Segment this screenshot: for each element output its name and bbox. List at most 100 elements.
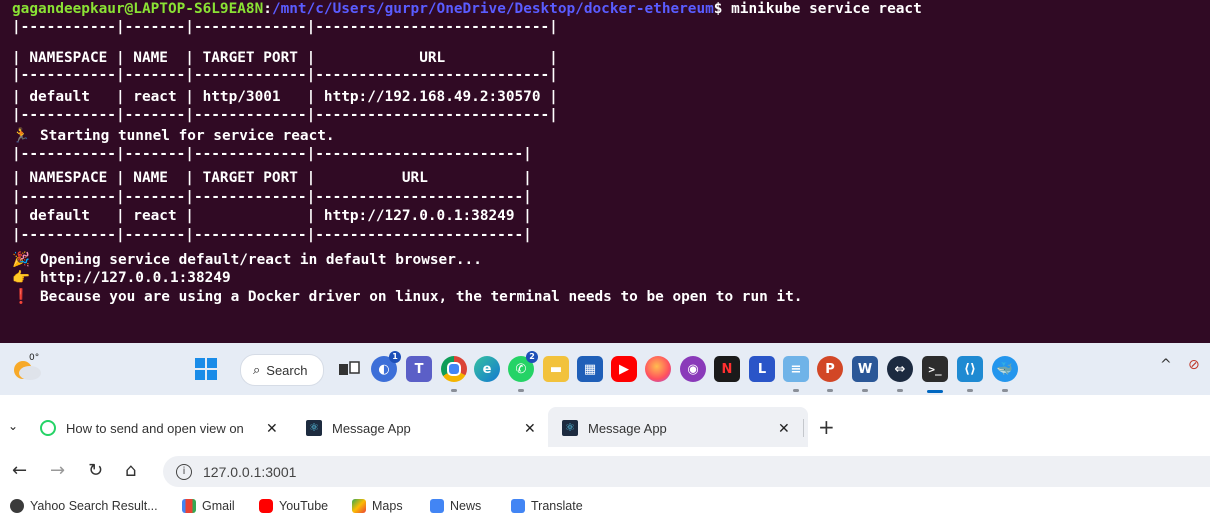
network-icon[interactable]: ⊘ <box>1188 357 1200 373</box>
tab-search-chevron-icon[interactable]: ⌄ <box>8 419 18 433</box>
terminal-window[interactable]: gagandeepkaur@LAPTOP-S6L9EA8N:/mnt/c/Use… <box>0 0 1210 343</box>
table1-row: |-----------|-------|-------------|-----… <box>12 107 558 123</box>
tab-message-app-2[interactable]: ⚛ Message App ✕ <box>562 413 802 443</box>
running-indicator <box>1002 389 1008 392</box>
react-icon: ⚛ <box>562 420 578 436</box>
running-indicator <box>518 389 524 392</box>
firefox-icon[interactable] <box>645 356 671 382</box>
opening-line: 🎉 Opening service default/react in defaul… <box>12 252 482 270</box>
teams-icon[interactable]: T <box>406 356 432 382</box>
bookmark-label: Translate <box>531 499 583 513</box>
terminal-taskbar-icon[interactable]: >_ <box>922 356 948 382</box>
prompt-separator: : <box>263 1 272 17</box>
windows-taskbar: 0° ⌕ Search ◐ 1 T e ✆ 2 ▬ ▦ ▶ ◉ N L ≡ P W … <box>0 343 1210 395</box>
table1-row: |-----------|-------|-------------|-----… <box>12 19 558 35</box>
bookmark-maps[interactable]: Maps <box>352 499 403 513</box>
bookmark-gmail[interactable]: Gmail <box>182 499 235 513</box>
taskbar-search-label: Search <box>266 362 308 378</box>
bookmark-label: Yahoo Search Result... <box>30 499 158 513</box>
exclamation-icon: ❗ <box>12 289 30 305</box>
whatsapp-taskbar-icon[interactable]: ✆ 2 <box>508 351 538 382</box>
table1-row: |-----------|-------|-------------|-----… <box>12 67 558 83</box>
tab-message-app-1[interactable]: ⚛ Message App ✕ <box>306 413 542 443</box>
prompt-user: gagandeepkaur@LAPTOP-S6L9EA8N <box>12 1 264 17</box>
back-arrow-icon[interactable]: ← <box>12 460 27 481</box>
running-indicator <box>793 389 799 392</box>
close-icon[interactable]: ✕ <box>778 420 790 437</box>
task-view-icon[interactable] <box>336 356 362 382</box>
start-button[interactable] <box>193 356 219 382</box>
tab-label: Message App <box>332 420 411 436</box>
tunnel-line: 🏃 Starting tunnel for service react. <box>12 128 335 146</box>
table1-row: | NAMESPACE | NAME | TARGET PORT | URL | <box>12 50 558 66</box>
table2-row: |-----------|-------|-------------|-----… <box>12 189 532 205</box>
party-popper-icon: 🎉 <box>12 252 30 268</box>
close-icon[interactable]: ✕ <box>266 420 278 437</box>
pointing-hand-icon: 👉 <box>12 270 30 286</box>
weather-temperature: 0° <box>29 353 40 363</box>
docker-icon[interactable]: 🐳 <box>992 356 1018 382</box>
weather-widget[interactable]: 0° <box>12 353 44 383</box>
bookmark-label: Maps <box>372 499 403 513</box>
chrome-icon[interactable] <box>441 356 467 382</box>
youtube-taskbar-icon[interactable]: ▶ <box>611 356 637 382</box>
notepad-icon[interactable]: ≡ <box>783 356 809 382</box>
terminal-command: minikube service react <box>731 1 922 17</box>
chevron-up-icon[interactable]: ^ <box>1160 357 1172 373</box>
url-line: 👉 http://127.0.0.1:38249 <box>12 270 231 288</box>
remote-desktop-icon[interactable]: ⇔ <box>887 356 913 382</box>
translate-icon <box>511 499 525 513</box>
close-icon[interactable]: ✕ <box>524 420 536 437</box>
bookmark-label: News <box>450 499 482 513</box>
forward-arrow-icon[interactable]: → <box>50 460 65 481</box>
runner-icon: 🏃 <box>12 128 30 144</box>
table2-row: |-----------|-------|-------------|-----… <box>12 146 532 162</box>
l-app-icon[interactable]: L <box>749 356 775 382</box>
gmail-icon <box>182 499 196 513</box>
store-icon[interactable]: ▦ <box>577 356 603 382</box>
tunnel-message: Starting tunnel for service react. <box>40 128 335 144</box>
bookmark-yahoo[interactable]: Yahoo Search Result... <box>10 499 158 513</box>
bookmark-youtube[interactable]: YouTube <box>259 499 328 513</box>
notion-icon[interactable]: N <box>714 356 740 382</box>
home-icon[interactable]: ⌂ <box>125 460 136 481</box>
active-indicator <box>927 390 943 393</box>
copilot-icon[interactable]: ◐ 1 <box>371 351 401 382</box>
opening-message: Opening service default/react in default… <box>40 252 482 268</box>
edge-icon[interactable]: e <box>474 356 500 382</box>
table2-row: | default | react | | http://127.0.0.1:3… <box>12 208 532 224</box>
url-field[interactable] <box>163 456 1210 487</box>
running-indicator <box>967 389 973 392</box>
prompt-path: /mnt/c/Users/gurpr/OneDrive/Desktop/dock… <box>271 1 714 17</box>
windows-logo-icon <box>195 358 217 380</box>
terminal-prompt-line: gagandeepkaur@LAPTOP-S6L9EA8N:/mnt/c/Use… <box>12 1 922 19</box>
search-icon: ⌕ <box>253 362 261 377</box>
running-indicator <box>862 389 868 392</box>
tab-label: Message App <box>588 420 667 436</box>
new-tab-button[interactable]: + <box>818 415 835 439</box>
url-text: 127.0.0.1:3001 <box>203 464 297 480</box>
news-icon <box>430 499 444 513</box>
table2-row: | NAMESPACE | NAME | TARGET PORT | URL | <box>12 170 532 186</box>
powerpoint-icon[interactable]: P <box>817 356 843 382</box>
running-indicator <box>451 389 457 392</box>
table1-row: | default | react | http/3001 | http://1… <box>12 89 558 105</box>
taskbar-search[interactable]: ⌕ Search <box>240 354 324 386</box>
tab-whatsapp[interactable]: How to send and open view on ✕ <box>40 413 290 443</box>
reload-icon[interactable]: ↻ <box>88 460 103 481</box>
prompt-dollar: $ <box>713 1 732 17</box>
vscode-icon[interactable]: ⟨⟩ <box>957 356 983 382</box>
tab-label: How to send and open view on <box>66 420 244 436</box>
bookmark-news[interactable]: News <box>430 499 481 513</box>
file-explorer-icon[interactable]: ▬ <box>543 356 569 382</box>
warning-line: ❗ Because you are using a Docker driver o… <box>12 289 802 307</box>
tab-divider <box>803 419 804 437</box>
table2-row: |-----------|-------|-------------|-----… <box>12 227 532 243</box>
github-icon[interactable]: ◉ <box>680 356 706 382</box>
react-icon: ⚛ <box>306 420 322 436</box>
maps-icon <box>352 499 366 513</box>
word-icon[interactable]: W <box>852 356 878 382</box>
bookmark-translate[interactable]: Translate <box>511 499 583 513</box>
youtube-icon <box>259 499 273 513</box>
info-icon[interactable]: i <box>176 464 192 480</box>
